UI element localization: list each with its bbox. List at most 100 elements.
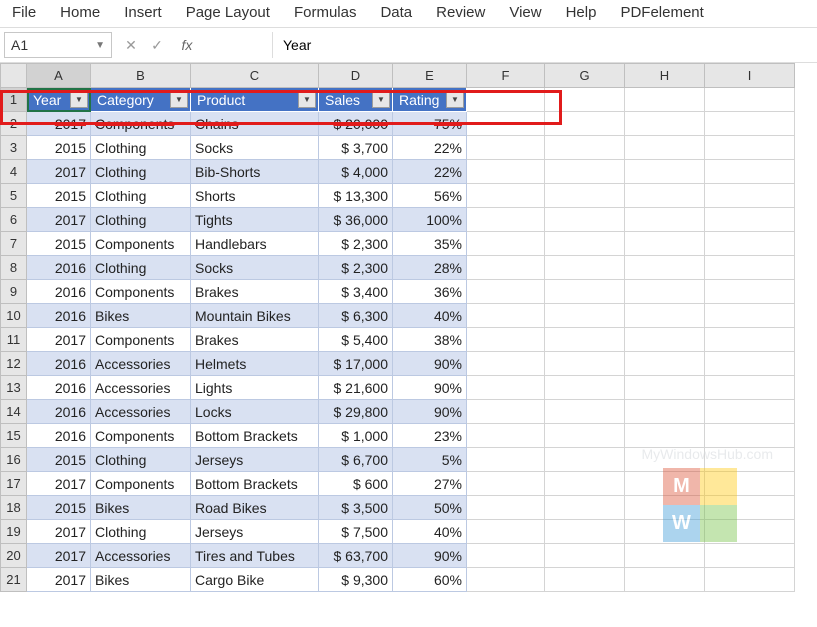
cell-product[interactable]: Tires and Tubes (191, 544, 319, 568)
cell-sales[interactable]: $ 2,300 (319, 256, 393, 280)
cell[interactable] (625, 424, 705, 448)
cell[interactable] (467, 448, 545, 472)
cell-year[interactable]: 2015 (27, 184, 91, 208)
col-header-C[interactable]: C (191, 64, 319, 88)
cell-rating[interactable]: 22% (393, 136, 467, 160)
cell[interactable] (705, 304, 795, 328)
cell[interactable] (625, 496, 705, 520)
cell-rating[interactable]: 75% (393, 112, 467, 136)
cell-category[interactable]: Components (91, 280, 191, 304)
cell[interactable] (705, 184, 795, 208)
cell-sales[interactable]: $ 7,500 (319, 520, 393, 544)
row-header[interactable]: 21 (1, 568, 27, 592)
cell[interactable] (625, 88, 705, 112)
cell[interactable] (467, 568, 545, 592)
cell-category[interactable]: Components (91, 424, 191, 448)
cell-rating[interactable]: 50% (393, 496, 467, 520)
row-header[interactable]: 8 (1, 256, 27, 280)
cell[interactable] (545, 232, 625, 256)
filter-dropdown-icon[interactable]: ▼ (446, 90, 464, 108)
row-header[interactable]: 7 (1, 232, 27, 256)
cell[interactable] (467, 160, 545, 184)
cell[interactable] (625, 232, 705, 256)
cell-product[interactable]: Road Bikes (191, 496, 319, 520)
cell[interactable] (545, 112, 625, 136)
cell[interactable] (467, 232, 545, 256)
cell-category[interactable]: Bikes (91, 496, 191, 520)
row-header[interactable]: 13 (1, 376, 27, 400)
row-header[interactable]: 4 (1, 160, 27, 184)
row-header[interactable]: 15 (1, 424, 27, 448)
cell-rating[interactable]: 35% (393, 232, 467, 256)
row-header[interactable]: 16 (1, 448, 27, 472)
cell[interactable] (705, 328, 795, 352)
cell-rating[interactable]: 56% (393, 184, 467, 208)
cell-year[interactable]: 2017 (27, 472, 91, 496)
cell-product[interactable]: Socks (191, 256, 319, 280)
cell-rating[interactable]: 100% (393, 208, 467, 232)
cell[interactable] (705, 280, 795, 304)
cell[interactable] (625, 184, 705, 208)
cell-category[interactable]: Clothing (91, 208, 191, 232)
cell-year[interactable]: 2015 (27, 496, 91, 520)
cell-rating[interactable]: 90% (393, 352, 467, 376)
cell-category[interactable]: Components (91, 112, 191, 136)
table-header-sales[interactable]: Sales▼ (319, 88, 393, 112)
menu-help[interactable]: Help (566, 4, 597, 21)
cell-sales[interactable]: $ 2,300 (319, 232, 393, 256)
cell-product[interactable]: Jerseys (191, 448, 319, 472)
cell[interactable] (625, 280, 705, 304)
cell[interactable] (467, 544, 545, 568)
cell-year[interactable]: 2016 (27, 376, 91, 400)
cell-category[interactable]: Accessories (91, 352, 191, 376)
cell-sales[interactable]: $ 5,400 (319, 328, 393, 352)
cell[interactable] (545, 424, 625, 448)
cell[interactable] (705, 400, 795, 424)
filter-dropdown-icon[interactable]: ▼ (298, 90, 316, 108)
cell-year[interactable]: 2015 (27, 448, 91, 472)
cell-category[interactable]: Components (91, 328, 191, 352)
cell-sales[interactable]: $ 1,000 (319, 424, 393, 448)
cell-year[interactable]: 2017 (27, 328, 91, 352)
row-header[interactable]: 9 (1, 280, 27, 304)
cell[interactable] (467, 400, 545, 424)
col-header-I[interactable]: I (705, 64, 795, 88)
cell[interactable] (625, 472, 705, 496)
cell-product[interactable]: Bottom Brackets (191, 472, 319, 496)
cell[interactable] (545, 568, 625, 592)
cell-sales[interactable]: $ 3,700 (319, 136, 393, 160)
cell-category[interactable]: Clothing (91, 256, 191, 280)
cell-year[interactable]: 2016 (27, 400, 91, 424)
cell-year[interactable]: 2017 (27, 208, 91, 232)
cell-category[interactable]: Components (91, 232, 191, 256)
cell[interactable] (545, 520, 625, 544)
row-header[interactable]: 18 (1, 496, 27, 520)
cell[interactable] (705, 136, 795, 160)
cell-product[interactable]: Chains (191, 112, 319, 136)
cell-product[interactable]: Handlebars (191, 232, 319, 256)
cell[interactable] (545, 88, 625, 112)
chevron-down-icon[interactable]: ▼ (95, 40, 105, 51)
cell-rating[interactable]: 40% (393, 520, 467, 544)
cell[interactable] (467, 184, 545, 208)
menu-home[interactable]: Home (60, 4, 100, 21)
cell[interactable] (625, 256, 705, 280)
cell-product[interactable]: Socks (191, 136, 319, 160)
cell-year[interactable]: 2017 (27, 112, 91, 136)
cell[interactable] (705, 112, 795, 136)
table-header-product[interactable]: Product▼ (191, 88, 319, 112)
cell[interactable] (625, 160, 705, 184)
cell[interactable] (545, 184, 625, 208)
cell[interactable] (467, 112, 545, 136)
cell-product[interactable]: Bib-Shorts (191, 160, 319, 184)
row-header[interactable]: 1 (1, 88, 27, 112)
cell[interactable] (467, 328, 545, 352)
cell-category[interactable]: Components (91, 472, 191, 496)
cell-sales[interactable]: $ 29,800 (319, 400, 393, 424)
cell[interactable] (467, 256, 545, 280)
cell-rating[interactable]: 27% (393, 472, 467, 496)
cancel-icon[interactable]: ✕ (122, 37, 140, 54)
col-header-F[interactable]: F (467, 64, 545, 88)
cell[interactable] (545, 472, 625, 496)
menu-data[interactable]: Data (380, 4, 412, 21)
